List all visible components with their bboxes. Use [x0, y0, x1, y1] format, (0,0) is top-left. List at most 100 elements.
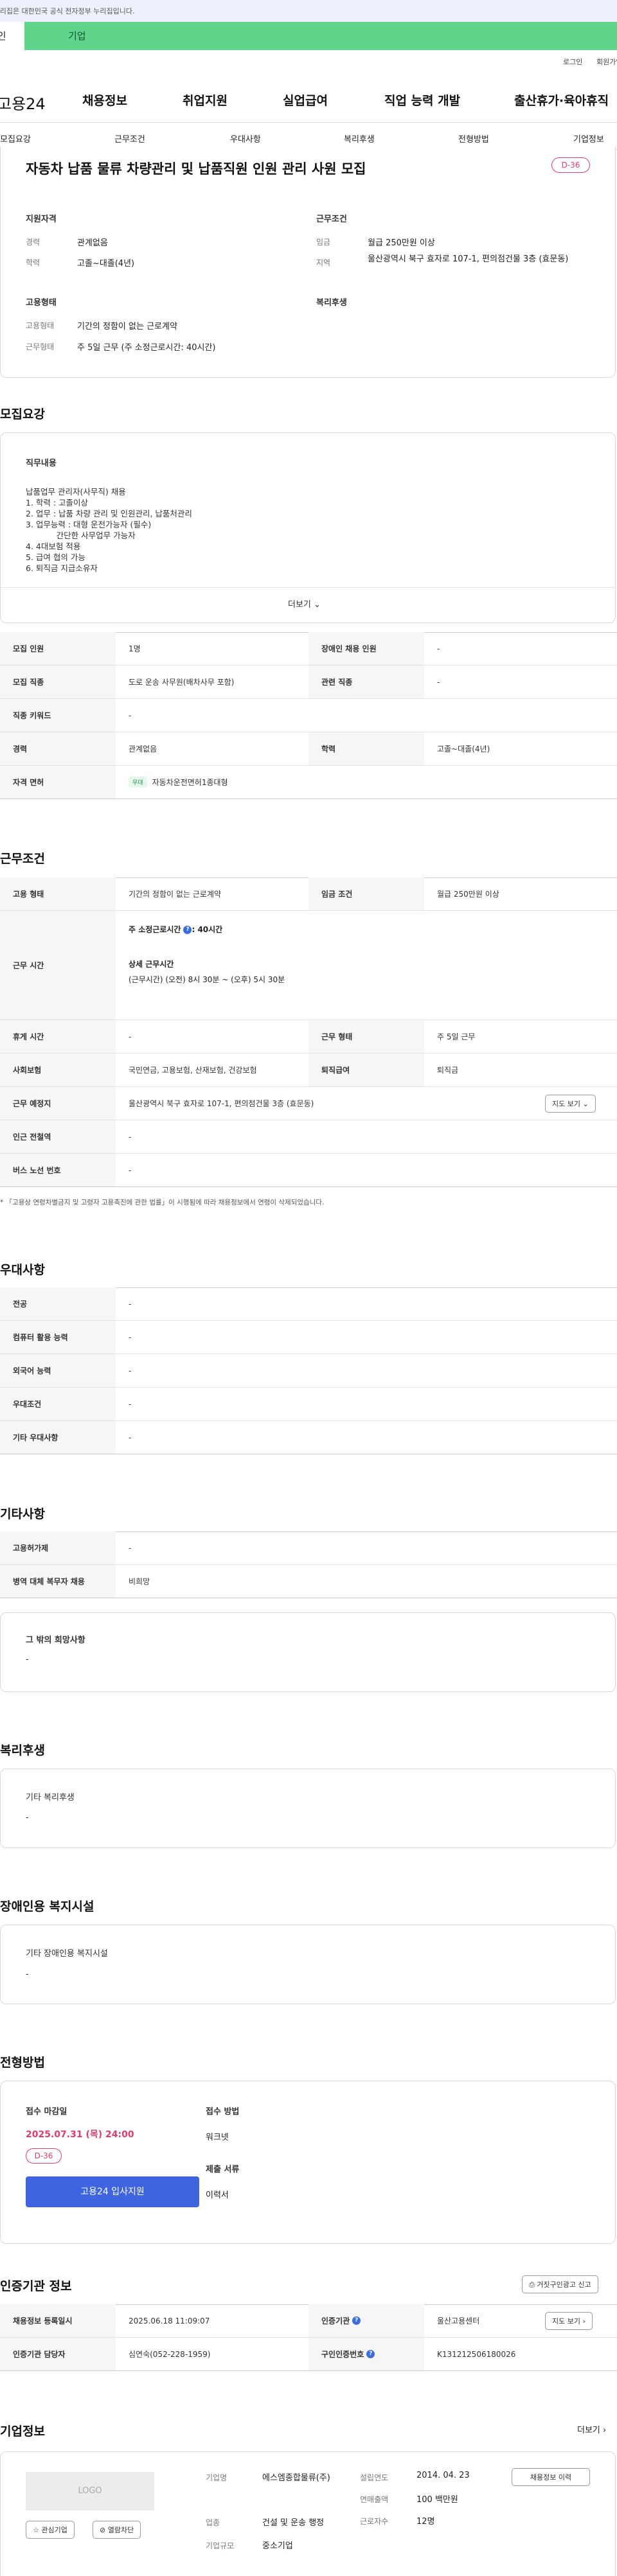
disabled-value: -	[26, 1970, 29, 1979]
agency-map-button[interactable]: 지도 보기 ›	[545, 2312, 593, 2330]
table-row: 근무 예정지 울산광역시 북구 효자로 107-1, 편의점건물 3층 (효문동)…	[0, 1087, 617, 1120]
login-link[interactable]: 로그인	[563, 57, 582, 67]
dday-badge: D-36	[551, 157, 590, 173]
job-history-button[interactable]: 채용정보 이력	[512, 2468, 590, 2486]
welfare-sub: 기타 복리후생	[26, 1793, 75, 1803]
industry-value: 건설 및 운송 행정	[262, 2518, 325, 2528]
join-link[interactable]: 회원가입	[596, 57, 617, 67]
size-value: 중소기업	[262, 2541, 293, 2551]
exp-key: 경력	[26, 238, 40, 247]
table-row: 자격 면허 우대 자동차운전면허1종대형	[0, 766, 617, 799]
subnav-company[interactable]: 기업정보	[573, 132, 604, 145]
table-row: 모집 인원 1명 장애인 채용 인원 -	[0, 632, 617, 666]
method-value: 워크넷	[206, 2133, 229, 2142]
cond-heading: 근무조건	[316, 215, 347, 224]
hope-card	[0, 1612, 616, 1692]
method-title: 접수 방법	[206, 2107, 240, 2117]
cond-section-title: 근무조건	[0, 852, 45, 866]
table-row: 채용정보 등록일시 2025.06.18 11:09:07 인증기관? 울산고용센터…	[0, 2304, 617, 2338]
site-logo[interactable]: 고용24	[0, 91, 46, 114]
print-icon: ⎙	[529, 2280, 535, 2289]
table-row: 병역 대체 복무자 채용 비희망	[0, 1565, 617, 1598]
license-value: 자동차운전면허1종대형	[152, 778, 228, 787]
docs-title: 제출 서류	[206, 2165, 240, 2175]
gnb-item-parental-leave[interactable]: 출산휴가·육아휴직	[514, 91, 609, 109]
company-name-value: 에스엠종합물류(주)	[262, 2473, 330, 2483]
table-row: 경력 관계없음 학력 고졸~대졸(4년)	[0, 732, 617, 766]
employees-value: 12명	[416, 2517, 435, 2527]
table-row: 전공 -	[0, 1287, 617, 1321]
table-row: 인증기관 담당자 심연숙(052-228-1959) 구인인증번호? K131212…	[0, 2338, 617, 2371]
employees-key: 근로자수	[360, 2517, 389, 2526]
table-row: 외국어 능력 -	[0, 1354, 617, 1388]
subnav-process[interactable]: 전형방법	[458, 132, 489, 145]
chevron-down-icon: ⌄	[582, 1100, 589, 1108]
info-icon[interactable]: ?	[352, 2316, 361, 2325]
block-company-button[interactable]: ⊘ 열람차단	[93, 2521, 141, 2539]
gnb-item-jobs[interactable]: 채용정보	[82, 91, 127, 109]
welfare-heading: 복리후생	[316, 298, 347, 308]
divider	[0, 587, 616, 588]
size-key: 기업규모	[206, 2541, 235, 2550]
deadline-title: 접수 마감일	[26, 2107, 67, 2117]
table-row: 고용 형태 기간의 정함이 없는 근로계약 임금 조건 월급 250만원 이상	[0, 878, 617, 911]
emptype-value: 기간의 정함이 없는 근로계약	[77, 322, 177, 331]
fav-company-button[interactable]: ☆ 관심기업	[26, 2521, 75, 2539]
gnb-item-employment-support[interactable]: 취업지원	[183, 91, 228, 109]
dday-badge: D-36	[26, 2148, 62, 2164]
company-more-link[interactable]: 더보기 ›	[577, 2423, 606, 2435]
area-value: 울산광역시 북구 효자로 107-1, 편의점건물 3층 (효문동)	[368, 254, 569, 264]
hours-detail-title: 상세 근무시간	[129, 960, 174, 969]
docs-value: 이력서	[206, 2191, 229, 2200]
edu-value: 고졸~대졸(4년)	[77, 259, 135, 269]
table-row: 근무 시간 주 소정근로시간?: 40시간 상세 근무시간 (근무시간) (오전…	[0, 911, 617, 1020]
info-icon[interactable]: ?	[183, 926, 192, 934]
disabled-card	[0, 1925, 616, 2004]
founded-key: 설립연도	[360, 2473, 389, 2482]
hope-value: -	[26, 1655, 29, 1664]
process-card	[0, 2081, 616, 2244]
area-key: 지역	[316, 258, 331, 267]
deadline-value: 2025.07.31 (목) 24:00	[26, 2130, 134, 2140]
duty-more-button[interactable]: 더보기 ⌄	[288, 597, 321, 610]
table-row: 휴게 시간 - 근무 형태 주 5일 근무	[0, 1020, 617, 1054]
table-row: 사회보험 국민연금, 고용보험, 산재보험, 건강보험 퇴직급여 퇴직금	[0, 1054, 617, 1087]
duty-heading: 직무내용	[26, 459, 57, 468]
emp-heading: 고용형태	[26, 298, 57, 308]
hours-detail: (근무시간) (오전) 8시 30분 ~ (오후) 5시 30분	[129, 975, 285, 984]
report-false-ad-button[interactable]: ⎙ 거짓구인광고 신고	[522, 2275, 598, 2293]
chevron-right-icon: ›	[582, 2317, 586, 2325]
apply-button[interactable]: 고용24 입사지원	[26, 2176, 199, 2207]
wage-key: 임금	[316, 238, 331, 247]
exp-value: 관계없음	[77, 238, 108, 248]
pref-section-title: 우대사항	[0, 1263, 45, 1277]
gnb-item-training[interactable]: 직업 능력 개발	[384, 91, 460, 109]
block-icon: ⊘	[100, 2526, 106, 2534]
welfare-section-title: 복리후생	[0, 1743, 45, 1758]
pref-tag: 우대	[129, 777, 147, 788]
disabled-section-title: 장애인용 복지시설	[0, 1900, 94, 1914]
gnb-item-unemployment[interactable]: 실업급여	[283, 91, 328, 109]
tab-person[interactable]: 개인	[0, 22, 24, 50]
hours-main: 주 소정근로시간?: 40시간	[129, 925, 223, 934]
founded-value: 2014. 04. 23	[416, 2471, 470, 2480]
table-row: 직종 키워드 -	[0, 699, 617, 732]
qual-heading: 지원자격	[26, 215, 57, 224]
map-view-button[interactable]: 지도 보기 ⌄	[545, 1095, 596, 1113]
process-section-title: 전형방법	[0, 2056, 45, 2070]
etc-section-title: 기타사항	[0, 1507, 45, 1521]
sales-key: 연매출액	[360, 2495, 389, 2504]
info-icon[interactable]: ?	[366, 2350, 375, 2358]
tab-biz[interactable]: 기업	[24, 22, 617, 50]
table-row: 고용허가제 -	[0, 1531, 617, 1565]
hope-title: 그 밖의 희망사항	[26, 1636, 85, 1645]
subnav-recruit[interactable]: 모집요강	[0, 132, 31, 145]
subnav-welfare[interactable]: 복리후생	[344, 132, 375, 145]
industry-key: 업종	[206, 2518, 220, 2527]
subnav-preference[interactable]: 우대사항	[230, 132, 261, 145]
worktype-value: 주 5일 근무 (주 소정근로시간: 40시간)	[77, 343, 216, 353]
divider	[0, 122, 617, 123]
table-row: 버스 노선 번호 -	[0, 1154, 617, 1187]
agency-section-title: 인증기관 정보	[0, 2279, 72, 2293]
subnav-conditions[interactable]: 근무조건	[114, 132, 145, 145]
